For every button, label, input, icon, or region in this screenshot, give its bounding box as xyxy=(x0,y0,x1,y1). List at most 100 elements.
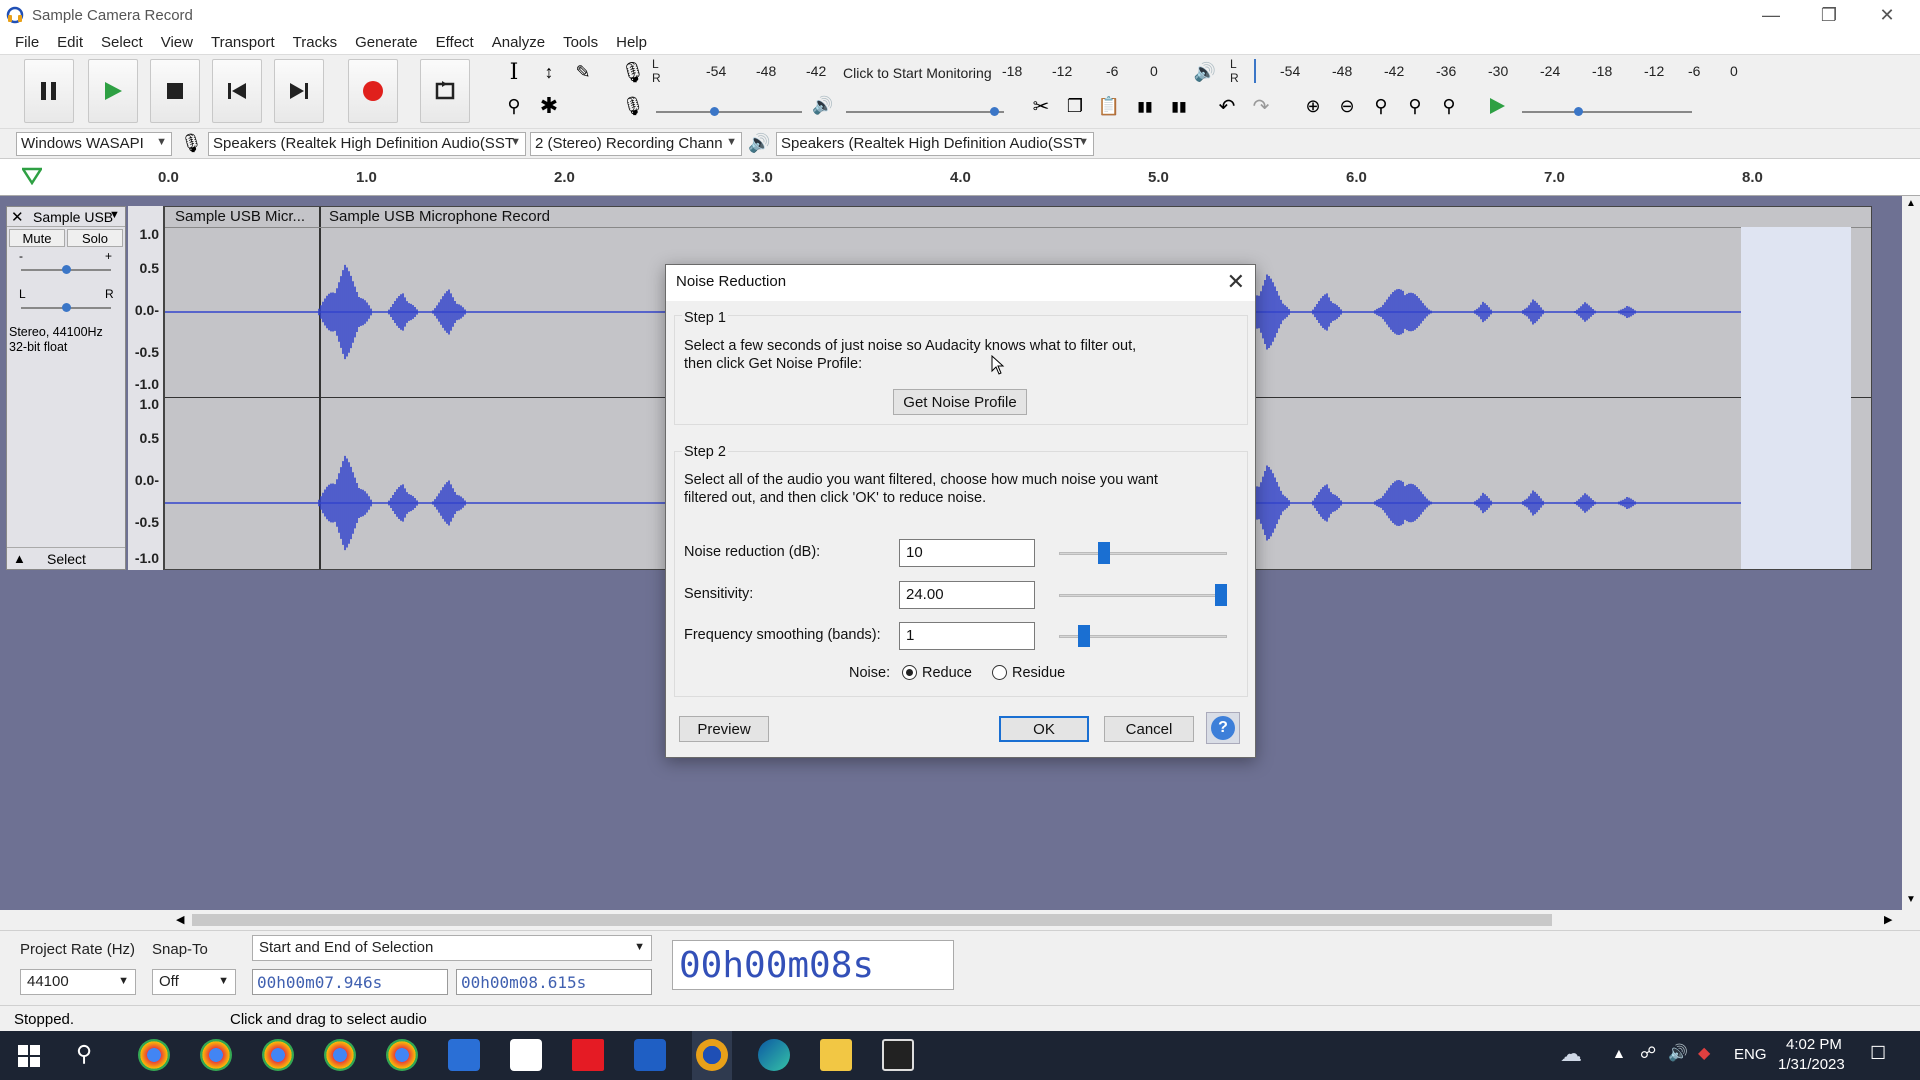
chrome-icon[interactable] xyxy=(262,1039,294,1071)
file-explorer-icon[interactable] xyxy=(820,1039,852,1071)
horizontal-scrollbar[interactable]: ◀ ▶ xyxy=(0,910,1920,930)
record-button[interactable] xyxy=(348,59,398,123)
playback-volume-knob[interactable] xyxy=(990,107,999,116)
scroll-down-icon[interactable]: ▼ xyxy=(1906,894,1916,905)
loop-button[interactable] xyxy=(420,59,470,123)
timeline-ruler[interactable]: 0.0 1.0 2.0 3.0 4.0 5.0 6.0 7.0 8.0 xyxy=(0,158,1920,196)
selection-end-time[interactable]: 00h00m08.615s xyxy=(456,969,652,995)
ok-button[interactable]: OK xyxy=(999,716,1089,742)
preview-button[interactable]: Preview xyxy=(679,716,769,742)
selection-mode-select[interactable]: Start and End of Selection ▼ xyxy=(252,935,652,961)
start-monitoring-label[interactable]: Click to Start Monitoring xyxy=(843,65,992,81)
chevron-down-icon[interactable]: ▼ xyxy=(109,209,120,221)
noise-reduction-slider-thumb[interactable] xyxy=(1098,542,1110,564)
zoom-in-button[interactable]: ⊕ xyxy=(1298,91,1328,121)
menu-file[interactable]: File xyxy=(6,34,48,51)
minimize-button[interactable]: — xyxy=(1742,0,1800,30)
residue-radio[interactable] xyxy=(992,665,1007,680)
chrome-icon[interactable] xyxy=(324,1039,356,1071)
cut-button[interactable]: ✂ xyxy=(1026,91,1056,121)
noise-reduction-slider[interactable] xyxy=(1059,552,1227,555)
fit-selection-button[interactable]: ⚲ xyxy=(1366,91,1396,121)
sensitivity-slider-thumb[interactable] xyxy=(1215,584,1227,606)
copy-button[interactable]: ❐ xyxy=(1060,91,1090,121)
undo-button[interactable]: ↶ xyxy=(1212,91,1242,121)
redo-button[interactable]: ↷ xyxy=(1246,91,1276,121)
envelope-tool[interactable]: ↕ xyxy=(534,57,564,87)
play-speed-knob[interactable] xyxy=(1574,107,1583,116)
gain-knob[interactable] xyxy=(62,265,71,274)
play-head-icon[interactable] xyxy=(22,167,42,185)
close-icon[interactable]: ✕ xyxy=(1227,269,1245,295)
menu-analyze[interactable]: Analyze xyxy=(483,34,554,51)
menu-tracks[interactable]: Tracks xyxy=(284,34,346,51)
reduce-radio[interactable] xyxy=(902,665,917,680)
fit-project-button[interactable]: ⚲ xyxy=(1400,91,1430,121)
clock-time[interactable]: 4:02 PM xyxy=(1786,1036,1842,1053)
selection-start-time[interactable]: 00h00m07.946s xyxy=(252,969,448,995)
play-at-speed-button[interactable] xyxy=(1482,91,1512,121)
recording-volume-slider[interactable] xyxy=(656,111,802,113)
residue-label[interactable]: Residue xyxy=(1012,664,1065,682)
notifications-icon[interactable]: ☐ xyxy=(1870,1043,1886,1064)
noise-reduction-input[interactable]: 10 xyxy=(899,539,1035,567)
app-icon[interactable] xyxy=(510,1039,542,1071)
menu-generate[interactable]: Generate xyxy=(346,34,427,51)
edge-icon[interactable] xyxy=(758,1039,790,1071)
scroll-right-icon[interactable]: ▶ xyxy=(1884,913,1892,926)
frequency-smoothing-slider-thumb[interactable] xyxy=(1077,625,1090,647)
chrome-icon[interactable] xyxy=(386,1039,418,1071)
chevron-up-icon[interactable]: ▲ xyxy=(1612,1045,1626,1061)
zoom-toggle-button[interactable]: ⚲ xyxy=(1434,91,1464,121)
screen-recorder-icon[interactable] xyxy=(882,1039,914,1071)
pause-button[interactable] xyxy=(24,59,74,123)
menu-edit[interactable]: Edit xyxy=(48,34,92,51)
onedrive-icon[interactable]: ☁ xyxy=(1560,1041,1582,1067)
close-window-button[interactable]: ✕ xyxy=(1858,0,1916,30)
skip-to-start-button[interactable] xyxy=(212,59,262,123)
menu-tools[interactable]: Tools xyxy=(554,34,607,51)
playback-meter-button[interactable]: 🔊 xyxy=(1190,57,1220,87)
audio-host-select[interactable]: Windows WASAPI ▼ xyxy=(16,132,172,156)
paste-button[interactable]: 📋 xyxy=(1094,91,1124,121)
audacity-taskbar-icon[interactable] xyxy=(696,1039,728,1071)
zoom-tool[interactable]: ⚲ xyxy=(499,91,529,121)
clock-date[interactable]: 1/31/2023 xyxy=(1778,1056,1845,1073)
trim-button[interactable]: ▮▮ xyxy=(1130,91,1160,121)
menu-select[interactable]: Select xyxy=(92,34,152,51)
playback-device-select[interactable]: Speakers (Realtek High Definition Audio(… xyxy=(776,132,1094,156)
app-icon[interactable] xyxy=(634,1039,666,1071)
windows-start-icon[interactable] xyxy=(18,1045,40,1067)
menu-help[interactable]: Help xyxy=(607,34,656,51)
sensitivity-input[interactable]: 24.00 xyxy=(899,581,1035,609)
record-meter-button[interactable]: 🎙 xyxy=(618,57,648,87)
volume-icon[interactable]: 🔊 xyxy=(1668,1043,1688,1063)
chrome-icon[interactable] xyxy=(138,1039,170,1071)
mute-button[interactable]: Mute xyxy=(9,229,65,247)
project-rate-select[interactable]: 44100 ▼ xyxy=(20,969,136,995)
track-name-menu[interactable]: Sample USB xyxy=(33,209,113,225)
vertical-scrollbar[interactable]: ▲ ▼ xyxy=(1902,196,1920,910)
menu-effect[interactable]: Effect xyxy=(427,34,483,51)
sensitivity-slider[interactable] xyxy=(1059,594,1227,597)
frequency-smoothing-input[interactable]: 1 xyxy=(899,622,1035,650)
chrome-icon[interactable] xyxy=(200,1039,232,1071)
zoom-out-button[interactable]: ⊖ xyxy=(1332,91,1362,121)
skip-to-end-button[interactable] xyxy=(274,59,324,123)
recording-device-select[interactable]: Speakers (Realtek High Definition Audio(… xyxy=(208,132,526,156)
scroll-up-icon[interactable]: ▲ xyxy=(1906,198,1916,209)
recording-channels-select[interactable]: 2 (Stereo) Recording Chann ▼ xyxy=(530,132,742,156)
draw-tool[interactable]: ✎ xyxy=(568,57,598,87)
selection-tool[interactable]: I xyxy=(499,57,529,87)
security-icon[interactable]: ◆ xyxy=(1698,1043,1710,1063)
search-icon[interactable]: ⚲ xyxy=(76,1041,92,1067)
solo-button[interactable]: Solo xyxy=(67,229,123,247)
recording-volume-knob[interactable] xyxy=(710,107,719,116)
app-icon[interactable] xyxy=(572,1039,604,1071)
snap-to-select[interactable]: Off ▼ xyxy=(152,969,236,995)
select-track-button[interactable]: Select xyxy=(47,551,86,567)
get-noise-profile-button[interactable]: Get Noise Profile xyxy=(893,389,1027,415)
play-button[interactable] xyxy=(88,59,138,123)
silence-button[interactable]: ▮▮ xyxy=(1164,91,1194,121)
play-speed-slider[interactable] xyxy=(1522,111,1692,113)
